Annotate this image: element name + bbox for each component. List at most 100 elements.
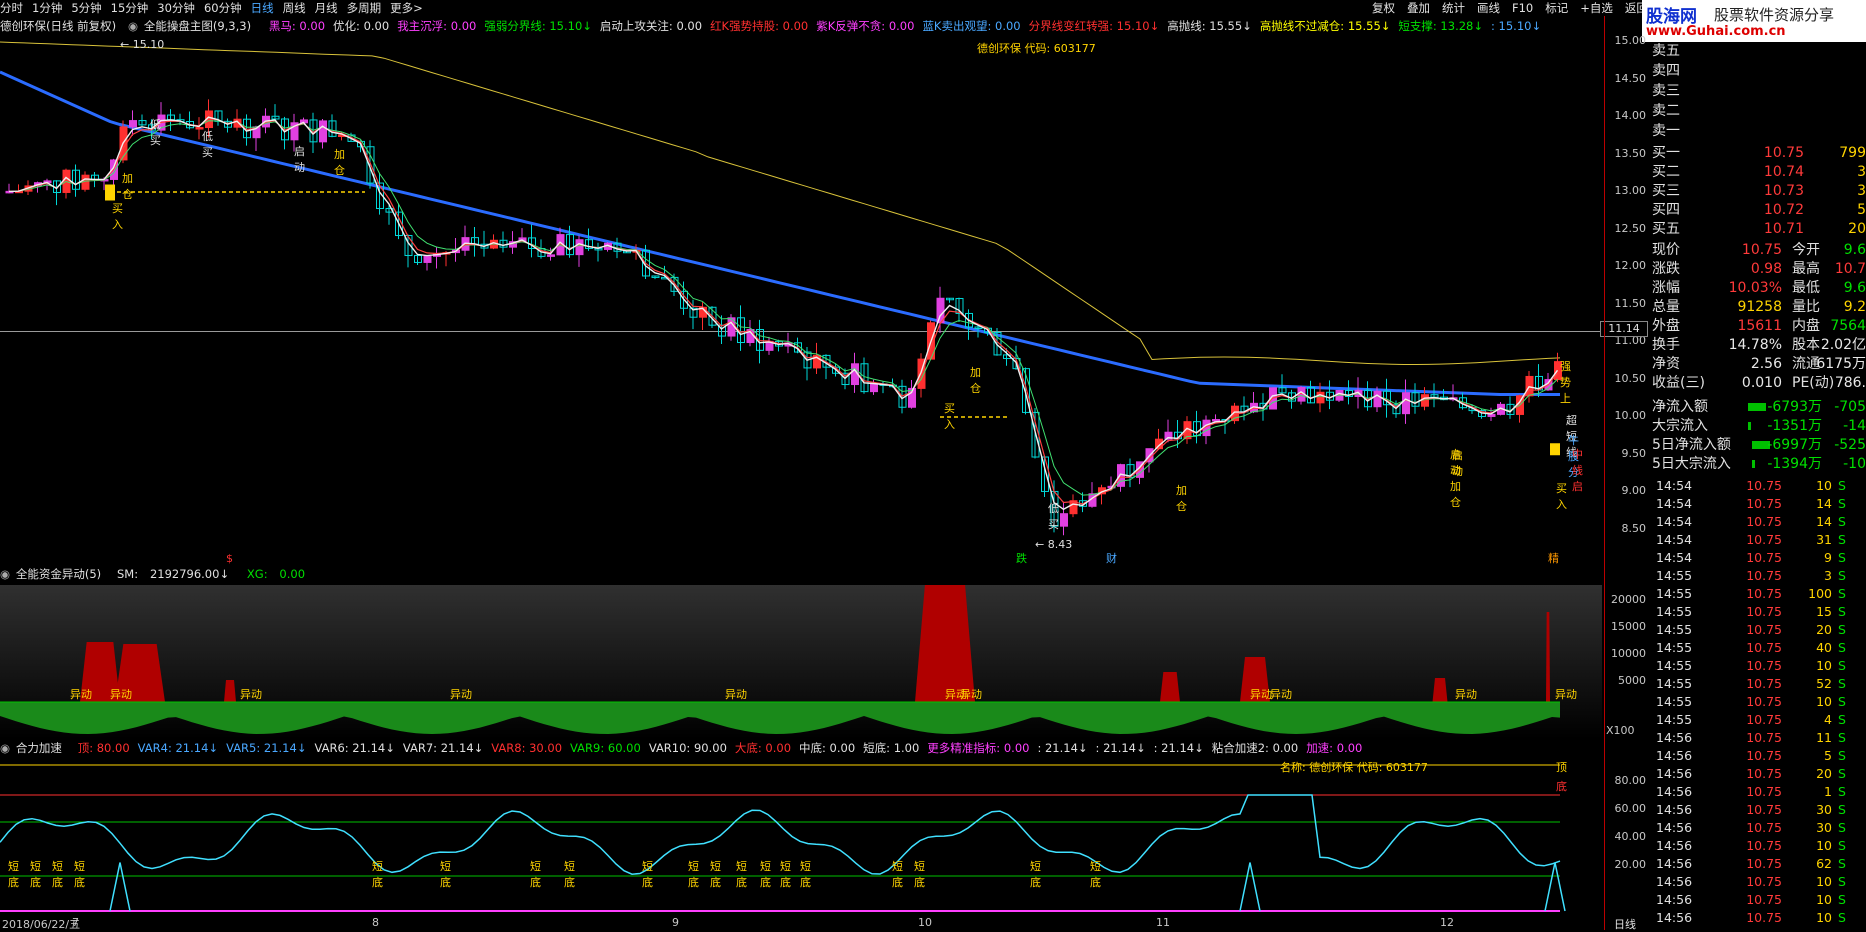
accel-short-label: 短 (892, 860, 903, 873)
buy-label: 买五 (1652, 221, 1680, 237)
tick-row: 14:55 10.75 100 S (1652, 586, 1866, 602)
tick-time: 14:56 (1656, 766, 1693, 781)
candle-body (575, 239, 584, 256)
tick-side: S (1838, 604, 1846, 619)
accel-indicator-params: 顶: 80.00 VAR4: 21.14↓ VAR5: 21.14↓ VAR6: 21… (78, 740, 1371, 756)
stat-value: 0.98 (1750, 261, 1782, 277)
period-tab-5分钟[interactable]: 5分钟 (71, 0, 101, 16)
tick-price: 10.75 (1746, 550, 1782, 565)
tick-row: 14:56 10.75 10 S (1652, 838, 1866, 854)
tick-time: 14:56 (1656, 910, 1693, 925)
buy-volume: 20 (1848, 221, 1866, 237)
indicator-param: VAR5: 21.14↓ (226, 741, 307, 755)
fund-indicator-name[interactable]: 全能资金异动(5) (16, 566, 101, 582)
stat-row: 总量 91258 量比 9.2 (1652, 298, 1866, 316)
buy-marker (105, 184, 115, 201)
tick-volume: 30 (1816, 802, 1832, 817)
accel-indicator-name[interactable]: 合力加速 (16, 740, 62, 756)
buy-row: 买一 10.75 799 (1652, 144, 1866, 162)
stat-label: 现价 (1652, 242, 1680, 258)
tick-price: 10.75 (1746, 496, 1782, 511)
indicator-param: 短底: 1.00 (863, 741, 920, 755)
axis-tick-label: 12.50 (1614, 221, 1647, 235)
period-tab-月线[interactable]: 月线 (315, 0, 338, 16)
tick-row: 14:55 10.75 4 S (1652, 712, 1866, 728)
tick-price: 10.75 (1746, 712, 1782, 727)
period-tab-更多>[interactable]: 更多> (390, 0, 423, 16)
tick-side: S (1838, 730, 1846, 745)
period-tab-60分钟[interactable]: 60分钟 (204, 0, 242, 16)
tick-row: 14:54 10.75 14 S (1652, 496, 1866, 512)
period-tab-30分钟[interactable]: 30分钟 (157, 0, 195, 16)
accel-bottom-label: 底 (30, 876, 41, 889)
period-tab-分时[interactable]: 分时 (0, 0, 23, 16)
stat-row: 净资 2.56 流通 6175万 (1652, 355, 1866, 373)
tick-row: 14:56 10.75 20 S (1652, 766, 1866, 782)
stock-title[interactable]: 德创环保(日线 前复权) (0, 18, 116, 34)
tick-price: 10.75 (1746, 766, 1782, 781)
period-tab-15分钟[interactable]: 15分钟 (111, 0, 149, 16)
buy-price: 10.75 (1763, 145, 1804, 161)
low-price-value: 8.43 (1047, 538, 1073, 551)
accel-indicator-header: ◉ 合力加速 顶: 80.00 VAR4: 21.14↓ VAR5: 21.14↓ V… (0, 740, 1604, 756)
tick-price: 10.75 (1746, 568, 1782, 583)
axis-tick-label: 14.50 (1614, 71, 1647, 85)
axis-tick-label: 40.00 (1614, 830, 1647, 843)
accel-bottom-label: 底 (892, 876, 903, 889)
flow-row: 净流入额 -6793万 -705 (1652, 398, 1866, 416)
flow-value: -6997万 (1767, 437, 1822, 453)
indicator-toggle-icon[interactable]: ◉ (0, 740, 10, 756)
toolbar-item-标记[interactable]: 标记 (1545, 0, 1568, 16)
accel-short-label: 短 (564, 860, 575, 873)
fund-inflow-spike (1160, 672, 1180, 702)
fund-inflow-spike (224, 680, 236, 702)
accel-bottom-label: 底 (74, 876, 85, 889)
period-tab-1分钟[interactable]: 1分钟 (32, 0, 62, 16)
fund-label-text: 异动 (1250, 688, 1272, 701)
tick-row: 14:56 10.75 30 S (1652, 820, 1866, 836)
sm-value: 2192796.00↓ (149, 567, 230, 581)
toolbar-item-F10[interactable]: F10 (1512, 0, 1533, 16)
fund-flow-chart[interactable]: 异动 异动 异动 异动 异动 异动异动 异动异动 异动 异动 (0, 585, 1602, 739)
toolbar-item-+自选[interactable]: +自选 (1580, 0, 1613, 16)
tick-row: 14:56 10.75 11 S (1652, 730, 1866, 746)
indicator-toggle-icon[interactable]: ◉ (0, 566, 10, 582)
accel-bottom-label: 底 (736, 876, 747, 889)
chart-annotation: 财 (1106, 552, 1117, 565)
accel-short-label: 短 (440, 860, 451, 873)
toolbar-item-画线[interactable]: 画线 (1477, 0, 1500, 16)
indicator-param: : 21.14↓ (1037, 741, 1088, 755)
accel-bottom-label: 底 (780, 876, 791, 889)
sell-label: 卖五 (1652, 43, 1680, 59)
accel-axis: 80.00 60.00 40.00 20.00 (1604, 758, 1648, 914)
sm-label: SM: (117, 567, 139, 581)
time-axis-month: 8 (372, 916, 379, 929)
tick-volume: 52 (1816, 676, 1832, 691)
toolbar-item-统计[interactable]: 统计 (1442, 0, 1465, 16)
tick-time: 14:56 (1656, 820, 1693, 835)
period-tab-日线[interactable]: 日线 (251, 0, 274, 16)
fund-label-text: 异动 (450, 688, 472, 701)
tick-volume: 30 (1816, 820, 1832, 835)
stat-value-2: 2.02亿 (1820, 337, 1866, 353)
accel-oscillator-chart[interactable] (0, 758, 1602, 914)
accel-short-label: 短 (760, 860, 771, 873)
accel-name-code: 名称: 德创环保 代码: 603177 (1280, 761, 1428, 774)
tick-price: 10.75 (1746, 730, 1782, 745)
toolbar-item-复权[interactable]: 复权 (1372, 0, 1395, 16)
accel-bottom-label: 底 (372, 876, 383, 889)
main-indicator-name[interactable]: 全能操盘主图(9,3,3) (144, 18, 251, 34)
indicator-toggle-icon[interactable]: ◉ (128, 18, 138, 34)
tick-row: 14:56 10.75 30 S (1652, 802, 1866, 818)
tick-time: 14:55 (1656, 604, 1693, 619)
period-tab-多周期[interactable]: 多周期 (347, 0, 382, 16)
tick-volume: 5 (1824, 748, 1832, 763)
axis-tick-label: 60.00 (1614, 802, 1647, 815)
accel-bottom-label: 底 (914, 876, 925, 889)
period-tab-周线[interactable]: 周线 (283, 0, 306, 16)
candlestick-main-chart[interactable] (0, 34, 1602, 564)
accel-short-label: 短 (30, 860, 41, 873)
indicator-param: 高抛线不过减仓: 15.55↓ (1259, 19, 1391, 33)
toolbar-item-叠加[interactable]: 叠加 (1407, 0, 1430, 16)
tick-time: 14:55 (1656, 676, 1693, 691)
